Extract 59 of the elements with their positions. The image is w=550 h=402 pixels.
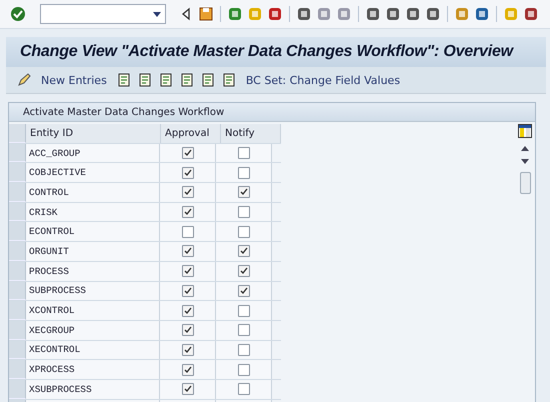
checkmark-icon[interactable]	[10, 6, 26, 22]
approval-checkbox[interactable]	[182, 166, 194, 179]
column-header[interactable]: Approval	[161, 124, 221, 143]
approval-checkbox[interactable]	[182, 383, 194, 396]
entity-cell: XECONTROL	[26, 340, 160, 360]
save-icon[interactable]	[198, 6, 214, 22]
notify-checkbox[interactable]	[238, 226, 250, 238]
notify-checkbox[interactable]	[238, 344, 250, 356]
approval-checkbox[interactable]	[182, 344, 194, 356]
approval-checkbox[interactable]	[182, 147, 194, 160]
entity-cell: CRISK	[26, 202, 160, 222]
entity-cell: PROCESS	[26, 262, 160, 280]
notify-checkbox[interactable]	[238, 186, 250, 198]
notify-checkbox[interactable]	[238, 265, 250, 278]
approval-checkbox[interactable]	[182, 226, 194, 238]
entity-cell: XPROCESS	[26, 360, 160, 379]
select-all-cell[interactable]	[9, 124, 26, 143]
approval-checkbox[interactable]	[182, 265, 194, 278]
entity-cell: XECGROUP	[26, 320, 160, 340]
dropdown-arrow-icon[interactable]	[153, 12, 161, 16]
bc-set-button[interactable]: BC Set: Change Field Values	[242, 74, 404, 86]
notify-checkbox[interactable]	[238, 284, 250, 297]
approval-checkbox[interactable]	[182, 284, 194, 297]
list-icon[interactable]	[178, 72, 195, 88]
notify-checkbox[interactable]	[238, 324, 250, 336]
entity-cell: SUBPROCESS	[26, 282, 160, 300]
approval-checkbox[interactable]	[182, 364, 194, 376]
notify-checkbox[interactable]	[238, 147, 250, 160]
table-title: Activate Master Data Changes Workflow	[23, 106, 224, 118]
list-icon[interactable]	[200, 72, 216, 88]
entity-cell: CONTROL	[26, 183, 160, 202]
approval-checkbox[interactable]	[182, 324, 194, 336]
entity-cell: ECONTROL	[26, 222, 160, 242]
notify-checkbox[interactable]	[238, 166, 250, 179]
entity-cell: XCONTROL	[26, 301, 160, 320]
entity-cell: ACC_GROUP	[26, 144, 160, 162]
notify-checkbox[interactable]	[238, 245, 250, 258]
entity-cell: ORGUNIT	[26, 242, 160, 261]
scroll-down-icon[interactable]	[521, 159, 529, 164]
pencil-icon[interactable]	[16, 72, 32, 88]
column-header[interactable]: Entity ID	[26, 124, 161, 143]
entity-cell: COBJECTIVE	[26, 163, 160, 182]
approval-checkbox[interactable]	[182, 206, 194, 218]
notify-checkbox[interactable]	[238, 364, 250, 376]
command-field[interactable]	[40, 4, 166, 24]
notify-checkbox[interactable]	[238, 383, 250, 396]
column-settings-icon[interactable]	[518, 124, 532, 138]
notify-checkbox[interactable]	[238, 206, 250, 218]
screen-title: Change View "Activate Master Data Changes Workflow": Overview	[20, 43, 513, 61]
approval-checkbox[interactable]	[182, 186, 194, 198]
list-icon[interactable]	[220, 72, 237, 88]
scrollbar-thumb[interactable]	[520, 172, 530, 194]
scroll-up-icon[interactable]	[521, 146, 529, 151]
column-header[interactable]: Notify	[221, 124, 281, 143]
notify-checkbox[interactable]	[238, 304, 250, 317]
approval-checkbox[interactable]	[182, 304, 194, 317]
entity-cell: XSUBPROCESS	[26, 380, 160, 399]
new-entries-button[interactable]: New Entries	[37, 74, 111, 86]
approval-checkbox[interactable]	[182, 245, 194, 258]
